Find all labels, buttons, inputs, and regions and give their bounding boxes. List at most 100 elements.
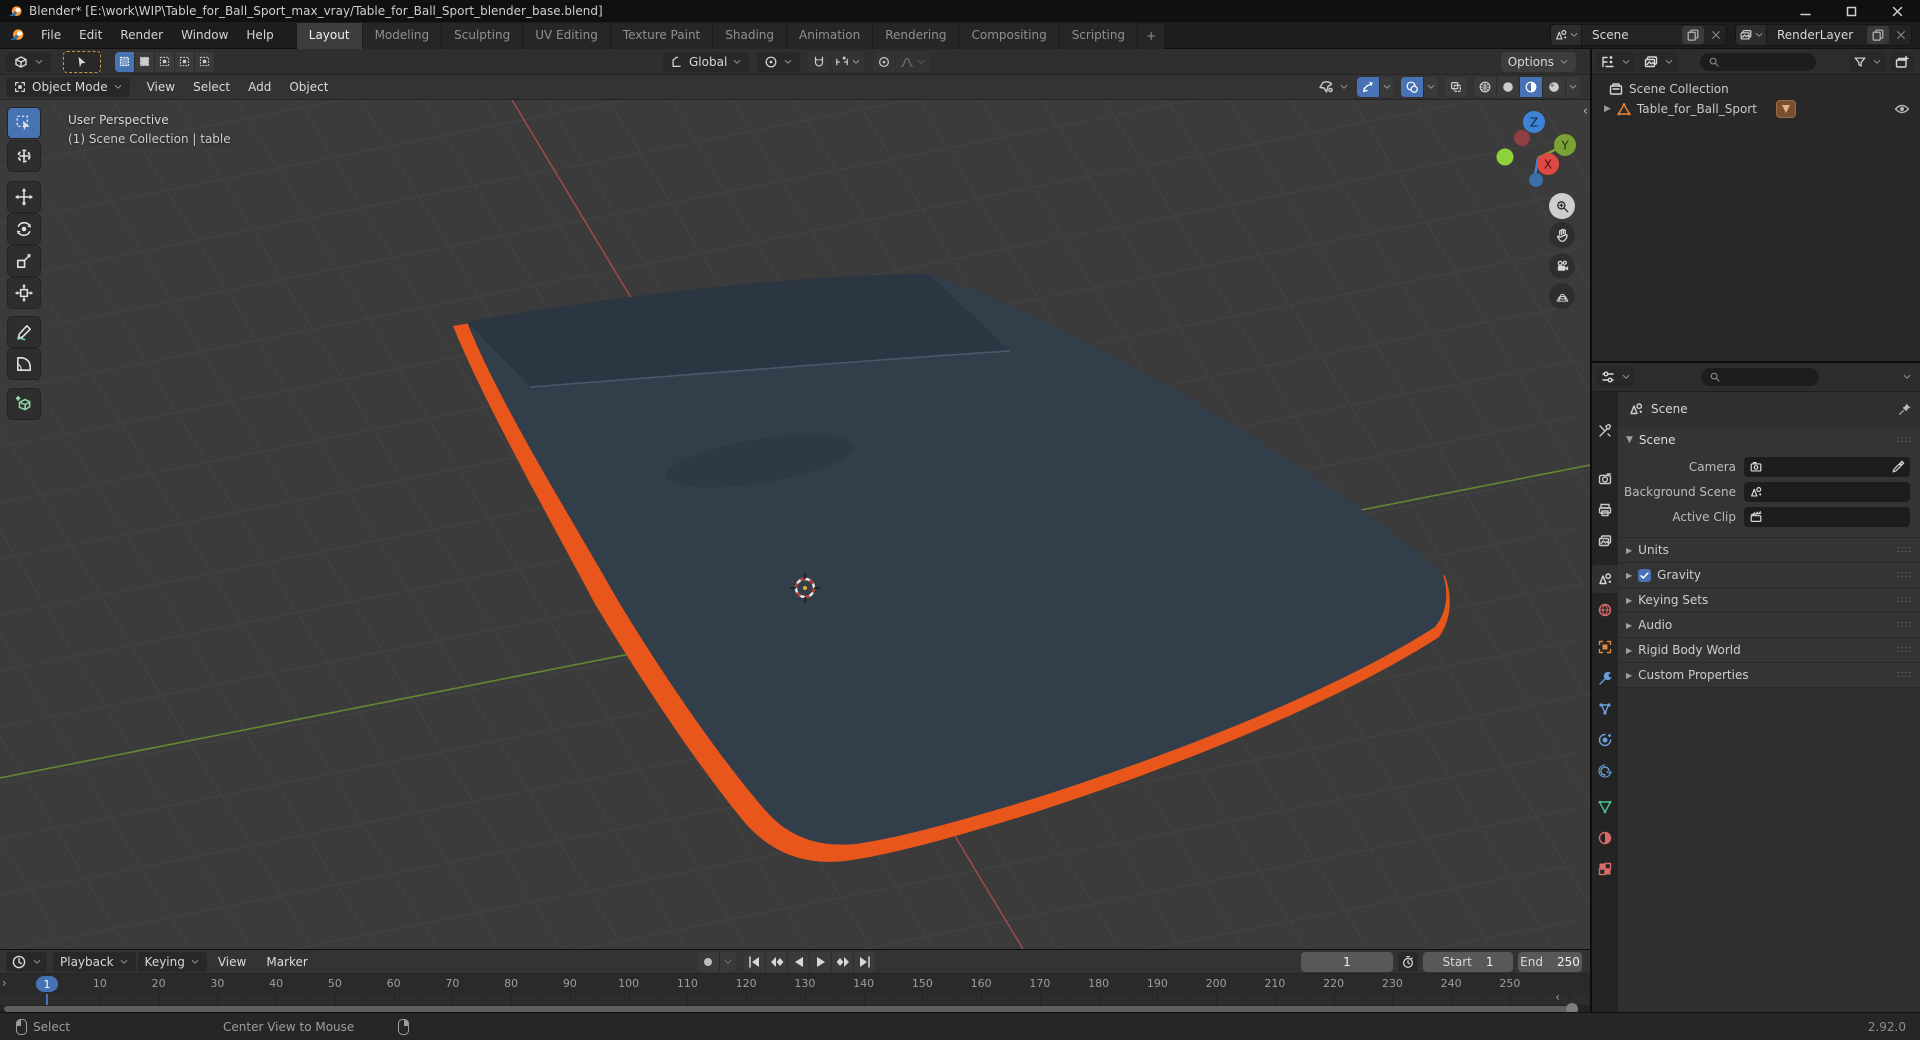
select-mode-edge-button[interactable] [135, 51, 155, 72]
shading-wireframe-button[interactable] [1474, 77, 1497, 97]
workspace-tab-layout[interactable]: Layout [296, 22, 363, 49]
view-layer-browse-button[interactable] [1736, 25, 1767, 45]
scene-unlink-button[interactable] [1706, 26, 1726, 44]
snap-target-button[interactable] [831, 52, 865, 72]
panel-drag-dots[interactable]: ∷∷ [1897, 545, 1912, 556]
menu-window[interactable]: Window [172, 25, 237, 45]
current-frame-badge[interactable]: 1 [36, 976, 58, 992]
view-layer-remove-button[interactable] [1891, 26, 1911, 44]
workspace-tab-modeling[interactable]: Modeling [362, 22, 443, 49]
menu-help[interactable]: Help [237, 25, 282, 45]
properties-tab-output[interactable] [1592, 496, 1618, 524]
panel-keying-sets[interactable]: ▶ Keying Sets ∷∷ [1618, 588, 1920, 613]
gizmo-dropdown[interactable] [1380, 77, 1394, 97]
tool-scale-button[interactable] [8, 246, 40, 276]
proportional-falloff-button[interactable] [896, 52, 930, 72]
view-layer-name[interactable]: RenderLayer [1767, 28, 1867, 42]
panel-audio[interactable]: ▶ Audio ∷∷ [1618, 613, 1920, 638]
tool-add-cube-button[interactable] [8, 389, 40, 419]
options-button[interactable]: Options [1500, 51, 1576, 72]
properties-tab-constraints[interactable] [1592, 757, 1618, 785]
panel-drag-dots[interactable]: ∷∷ [1897, 670, 1912, 681]
current-frame-field[interactable]: 1 [1301, 951, 1393, 972]
nav-zoom-button[interactable] [1549, 193, 1575, 219]
workspace-tab-animation[interactable]: Animation [787, 22, 874, 49]
panel-drag-dots[interactable]: ∷∷ [1897, 595, 1912, 606]
shading-solid-button[interactable] [1497, 77, 1520, 97]
timeline-editor-type-button[interactable] [6, 951, 47, 972]
scene-canvas[interactable] [0, 49, 1590, 949]
outliner-filter-button[interactable] [1849, 51, 1886, 72]
panel-drag-dots[interactable]: ∷∷ [1897, 435, 1912, 446]
outliner-display-mode-button[interactable] [1639, 51, 1678, 72]
play-button[interactable] [810, 951, 832, 972]
viewport-menu-view[interactable]: View [138, 77, 184, 97]
properties-tab-scene[interactable] [1592, 565, 1618, 593]
maximize-button[interactable] [1828, 0, 1874, 22]
tool-select-box-button[interactable] [8, 108, 40, 138]
menu-file[interactable]: File [32, 25, 70, 45]
minimize-button[interactable] [1782, 0, 1828, 22]
workspace-tab-texture-paint[interactable]: Texture Paint [610, 22, 714, 49]
menu-edit[interactable]: Edit [70, 25, 111, 45]
add-workspace-button[interactable]: + [1138, 23, 1166, 49]
properties-editor-type-button[interactable] [1596, 367, 1635, 387]
properties-tab-physics[interactable] [1592, 726, 1618, 754]
show-gizmo-button[interactable] [1357, 77, 1380, 97]
pin-icon[interactable] [1898, 402, 1912, 416]
tool-transform-button[interactable] [8, 278, 40, 308]
timeline-ruler[interactable]: 1 10 20 30 40 50 60 70 80 90 100 110 120 130 140 150 16… [0, 974, 1590, 994]
properties-tab-particles[interactable] [1592, 695, 1618, 723]
properties-tab-texture[interactable] [1592, 855, 1618, 883]
camera-field[interactable] [1744, 456, 1910, 477]
gizmo-z-neg-axis[interactable] [1529, 173, 1543, 187]
close-button[interactable] [1874, 0, 1920, 22]
workspace-tab-sculpting[interactable]: Sculpting [442, 22, 524, 49]
timeline-collapse-arrow[interactable]: ‹ [1555, 990, 1560, 1004]
frame-end-field[interactable]: End 250 [1518, 951, 1582, 972]
timeline-menu-keying[interactable]: Keying [137, 951, 207, 972]
timeline-menu-view[interactable]: View [209, 952, 255, 972]
sidebar-collapse-arrow[interactable]: ‹ [1583, 104, 1588, 119]
panel-gravity[interactable]: ▶ Gravity ∷∷ [1618, 563, 1920, 588]
workspace-tab-uv-editing[interactable]: UV Editing [523, 22, 611, 49]
tool-cursor-button[interactable] [8, 141, 40, 171]
properties-options-dropdown[interactable] [1902, 372, 1912, 382]
scene-panel-header[interactable]: ▼ Scene ∷∷ [1618, 428, 1920, 452]
frame-start-field[interactable]: Start 1 [1423, 951, 1513, 972]
jump-to-end-button[interactable] [854, 952, 875, 972]
object-row[interactable]: ▶ Table_for_Ball_Sport [1592, 99, 1920, 119]
workspace-tab-rendering[interactable]: Rendering [873, 22, 960, 49]
scene-new-button[interactable] [1682, 26, 1704, 44]
properties-tab-material[interactable] [1592, 824, 1618, 852]
scene-name[interactable]: Scene [1582, 28, 1682, 42]
navigation-gizmo[interactable]: Z Y X [1494, 104, 1586, 196]
viewport-menu-object[interactable]: Object [280, 77, 337, 97]
show-overlays-button[interactable] [1401, 77, 1424, 97]
use-preview-range-button[interactable] [1398, 951, 1418, 972]
tool-measure-button[interactable] [8, 349, 40, 379]
prev-keyframe-button[interactable] [766, 951, 788, 972]
panel-drag-dots[interactable]: ∷∷ [1897, 645, 1912, 656]
nav-pan-button[interactable] [1549, 222, 1575, 248]
next-keyframe-button[interactable] [832, 951, 854, 972]
panel-rigid-body-world[interactable]: ▶ Rigid Body World ∷∷ [1618, 638, 1920, 663]
nav-camera-button[interactable] [1549, 253, 1575, 279]
collection-row[interactable]: Scene Collection [1592, 79, 1920, 99]
overlays-dropdown[interactable] [1424, 77, 1438, 97]
background-scene-field[interactable] [1744, 481, 1910, 502]
panel-drag-dots[interactable]: ∷∷ [1897, 620, 1912, 631]
viewport-menu-select[interactable]: Select [184, 77, 239, 97]
active-tool-button[interactable] [63, 50, 101, 73]
gizmo-y-neg-axis[interactable] [1496, 148, 1514, 166]
select-mode-face-button[interactable] [155, 51, 175, 72]
object-data-badge[interactable] [1775, 100, 1796, 118]
properties-tab-object-data[interactable] [1592, 793, 1618, 821]
timeline-tracks[interactable] [0, 994, 1599, 1005]
view-layer-new-button[interactable] [1867, 26, 1889, 44]
visibility-dropdown[interactable] [1314, 77, 1350, 97]
pivot-point-button[interactable] [757, 51, 801, 72]
viewport-menu-add[interactable]: Add [239, 77, 280, 97]
toggle-xray-button[interactable] [1445, 77, 1467, 97]
shading-rendered-button[interactable] [1543, 77, 1566, 97]
